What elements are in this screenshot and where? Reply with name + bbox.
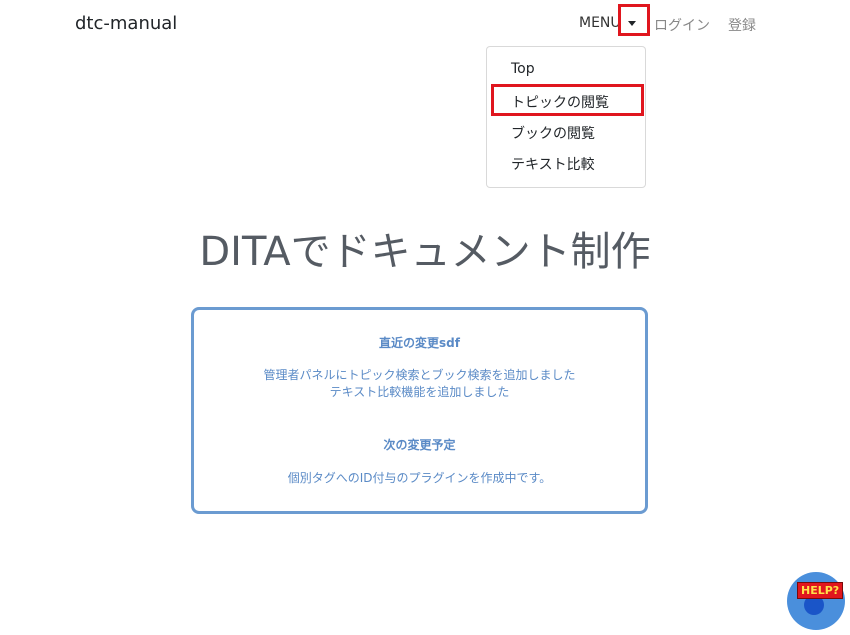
menu-dropdown-toggle-highlight[interactable]: [618, 4, 650, 36]
recent-change-item: 管理者パネルにトピック検索とブック検索を追加しました: [263, 368, 576, 382]
recent-changes-heading: 直近の変更sdf: [379, 336, 460, 350]
news-panel: 直近の変更sdf 管理者パネルにトピック検索とブック検索を追加しました テキスト…: [191, 307, 648, 514]
recent-change-item: テキスト比較機能を追加しました: [329, 385, 510, 399]
planned-changes-list: 個別タグへのID付与のプラグインを作成中です。: [194, 470, 645, 487]
login-link[interactable]: ログイン: [654, 15, 710, 35]
register-link[interactable]: 登録: [728, 15, 756, 35]
recent-changes-list: 管理者パネルにトピック検索とブック検索を追加しました テキスト比較機能を追加しま…: [194, 367, 645, 401]
caret-down-icon[interactable]: [628, 21, 636, 26]
planned-changes-heading: 次の変更予定: [383, 438, 456, 452]
page-title: DITAでドキュメント制作: [199, 229, 651, 275]
top-nav: MENU ログイン 登録: [0, 14, 850, 34]
menu-dropdown: Top トピックの閲覧 ブックの閲覧 テキスト比較: [486, 46, 646, 188]
menu-label[interactable]: MENU: [579, 15, 621, 31]
menu-item-highlight: [491, 84, 644, 116]
planned-change-item: 個別タグへのID付与のプラグインを作成中です。: [287, 471, 552, 485]
menu-item-top[interactable]: Top: [511, 61, 535, 77]
menu-item-text-compare[interactable]: テキスト比較: [511, 154, 595, 174]
menu-item-browse-books[interactable]: ブックの閲覧: [511, 123, 595, 143]
help-label[interactable]: HELP?: [797, 582, 844, 599]
